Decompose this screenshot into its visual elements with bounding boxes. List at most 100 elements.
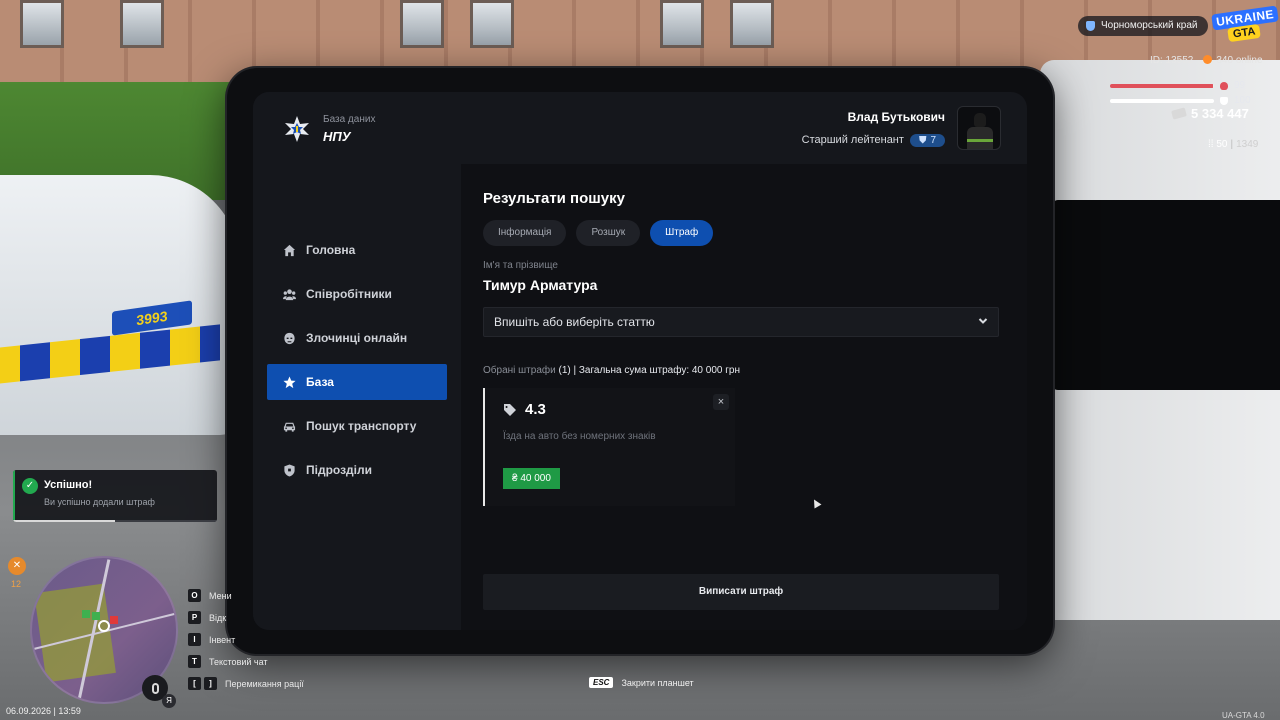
building-window	[120, 0, 164, 48]
ammo-clip: 50	[1216, 139, 1228, 150]
check-icon: ✓	[22, 478, 38, 494]
sidebar-item-label: Пошук транспорту	[306, 419, 417, 433]
cash-icon	[1171, 107, 1187, 120]
sidebar-nav: Головна Співробітники Злочинці онлайн Ба…	[267, 232, 447, 496]
key-cap: [	[188, 677, 201, 690]
version-label: UA-GTA 4.0	[1222, 711, 1265, 720]
user-profile: Влад Бутькович Старший лейтенант ⛊ 7	[802, 106, 1001, 150]
health-value: 99	[1234, 80, 1246, 91]
fine-card: 4.3 Їзда на авто без номерних знаків ₴ 4…	[483, 388, 735, 506]
badge-shield-icon: ⛊	[918, 134, 927, 146]
sidebar-item-vehicle-search[interactable]: Пошук транспорту	[267, 408, 447, 444]
article-select-placeholder: Впишіть або виберіть статтю	[494, 315, 655, 329]
tablet-screen: База даних НПУ Головна Співробітники Зло…	[253, 92, 1027, 630]
building-window	[400, 0, 444, 48]
ammo-total: 1349	[1236, 139, 1259, 150]
avatar	[957, 106, 1001, 150]
user-name: Влад Бутькович	[847, 109, 945, 124]
keybind-row: P Відк	[188, 610, 304, 625]
toast-title: Успішно!	[44, 479, 93, 491]
rank-title: Старший лейтенант	[801, 134, 904, 146]
sidebar-item-label: Головна	[306, 243, 356, 257]
tab-fine[interactable]: Штраф	[650, 220, 714, 246]
tab-wanted[interactable]: Розшук	[576, 220, 641, 246]
brand: База даних НПУ	[283, 114, 375, 144]
rank-badge: ⛊ 7	[909, 133, 945, 147]
police-emblem-icon	[283, 115, 311, 143]
brand-title: НПУ	[323, 129, 351, 144]
keybind-label: Інвент	[209, 634, 236, 645]
fine-article-code: 4.3	[525, 401, 546, 418]
server-logo: UKRAINE GTA	[1211, 5, 1279, 43]
online-count: 340 online	[1203, 55, 1263, 66]
keybind-label: Перемикання рації	[225, 678, 304, 689]
close-tablet-label: Закрити планшет	[621, 677, 694, 688]
key-cap: T	[188, 655, 201, 668]
map-marker-icon	[92, 612, 100, 620]
health-bar	[1110, 83, 1214, 88]
armor-value: 100	[1234, 95, 1251, 106]
page-title: Результати пошуку	[483, 190, 625, 207]
toast-accent	[13, 470, 15, 522]
sidebar-item-criminals-online[interactable]: Злочинці онлайн	[267, 320, 447, 356]
ammo-display: ⁞⁞ 50 | 1349	[1208, 139, 1259, 150]
car-icon	[283, 420, 296, 433]
keybind-row: [ ] Перемикання рації	[188, 676, 304, 691]
fine-description: Їзда на авто без номерних знаків	[503, 431, 656, 442]
armor-row: 100	[1110, 95, 1251, 106]
ammo-icon: ⁞⁞	[1208, 139, 1214, 150]
users-icon	[283, 288, 296, 301]
sidebar-item-divisions[interactable]: Підрозділи	[267, 452, 447, 488]
keybind-row: O Мени	[188, 588, 304, 603]
remove-fine-button[interactable]: ×	[713, 394, 729, 410]
building-window	[470, 0, 514, 48]
key-cap: P	[188, 611, 201, 624]
tag-icon	[503, 403, 517, 417]
summary-count: (1)	[558, 365, 571, 376]
region-indicator: Чорноморський край	[1078, 16, 1208, 36]
location-pin-icon	[1086, 21, 1095, 31]
van-window	[1052, 200, 1280, 390]
building-window	[660, 0, 704, 48]
success-toast: ✓ Успішно! Ви успішно додали штраф	[13, 470, 217, 522]
brand-subtitle: База даних	[323, 114, 376, 125]
health-row: 99	[1110, 80, 1245, 91]
money-value: 5 334 447	[1191, 106, 1249, 121]
map-marker-icon	[110, 616, 118, 624]
user-rank: Старший лейтенант ⛊ 7	[801, 133, 945, 147]
toast-message: Ви успішно додали штраф	[44, 497, 155, 507]
shield-icon	[283, 463, 296, 477]
money-display: 5 334 447	[1171, 106, 1249, 121]
keybind-hints: O Мени P Відк I Інвент T Текстовий чат […	[188, 588, 304, 698]
player-info: ID: 13552 340 online	[1150, 55, 1263, 66]
mic-keybind: Я	[162, 694, 176, 708]
keybind-label: Відк	[209, 612, 227, 623]
map-marker-icon	[82, 610, 90, 618]
sidebar-item-label: База	[306, 375, 334, 389]
toast-progress	[13, 520, 217, 522]
sidebar-item-label: Співробітники	[306, 287, 392, 301]
summary-prefix: Обрані штрафи	[483, 365, 556, 376]
issue-fine-button[interactable]: Виписати штраф	[483, 574, 999, 610]
sidebar-item-database[interactable]: База	[267, 364, 447, 400]
close-tablet-hint: ESC Закрити планшет	[589, 677, 694, 688]
tab-information[interactable]: Інформація	[483, 220, 567, 246]
sidebar-item-employees[interactable]: Співробітники	[267, 276, 447, 312]
keybind-row: I Інвент	[188, 632, 304, 647]
building-window	[730, 0, 774, 48]
hunger-value: 12	[11, 579, 22, 589]
hunger-icon: ✕	[8, 557, 26, 575]
article-select[interactable]: Впишіть або виберіть статтю	[483, 307, 999, 337]
heart-icon	[1220, 81, 1228, 90]
player-id: ID: 13552	[1150, 55, 1194, 66]
rank-level: 7	[930, 134, 936, 146]
microphone-icon	[151, 682, 159, 694]
fines-summary: Обрані штрафи (1) | Загальна сума штрафу…	[483, 365, 740, 376]
keybind-label: Текстовий чат	[209, 656, 268, 667]
key-cap: O	[188, 589, 201, 602]
region-name: Чорноморський край	[1101, 20, 1198, 31]
chevron-down-icon	[978, 315, 988, 329]
tab-bar: Інформація Розшук Штраф	[483, 220, 714, 246]
sidebar-item-home[interactable]: Головна	[267, 232, 447, 268]
logo-line-2: GTA	[1227, 23, 1262, 43]
